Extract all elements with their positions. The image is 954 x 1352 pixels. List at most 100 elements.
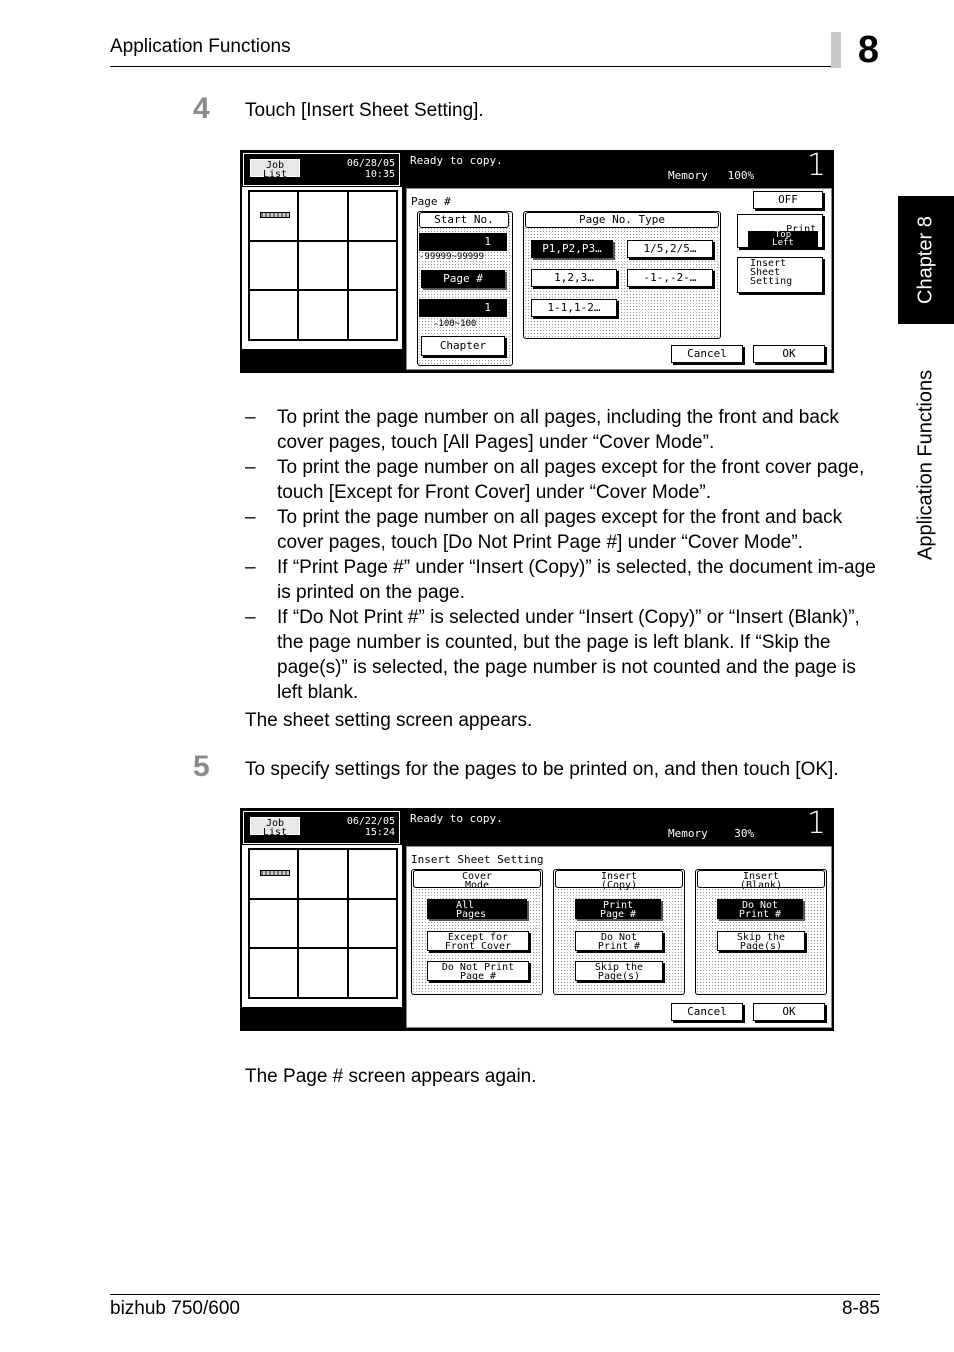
memory-value: 100% <box>727 169 755 182</box>
chapter-number-field[interactable]: 1 <box>419 299 507 317</box>
start-number-label: Start No. <box>419 212 509 228</box>
status-text: Ready to copy. <box>410 154 503 167</box>
page-number-panel: Page # Start No. 1 -99999~99999 Page # 1… <box>406 188 832 370</box>
copy-count: 1 <box>806 806 826 841</box>
ok-button[interactable]: OK <box>753 345 825 363</box>
print-page-button[interactable]: Print Page # <box>575 899 661 920</box>
preview-cell <box>298 898 348 949</box>
type-p1-p2-button[interactable]: P1,P2,P3… <box>531 240 613 258</box>
start-number-range: -99999~99999 <box>419 252 485 262</box>
step-5-text: To specify settings for the pages to be … <box>245 759 839 780</box>
preview-grid <box>248 190 398 341</box>
memory-label: Memory <box>668 827 708 840</box>
print-position-button[interactable]: Print Position Top Left <box>737 214 823 248</box>
preview-cell <box>298 191 348 241</box>
date-text: 06/28/05 <box>346 158 395 169</box>
preview-panel <box>242 187 402 349</box>
job-area: Job List 06/22/05 15:24 <box>243 811 400 844</box>
copy-count: 1 <box>806 148 826 183</box>
status-text: Ready to copy. <box>410 812 503 825</box>
preview-cell <box>249 849 299 899</box>
preview-panel <box>242 845 402 1007</box>
cancel-button[interactable]: Cancel <box>671 1003 743 1021</box>
cover-mode-label: Cover Mode <box>413 870 541 891</box>
preview-cell <box>249 240 299 291</box>
type-dash-button[interactable]: -1-,-2-… <box>627 269 713 287</box>
type-fraction-button[interactable]: 1/5,2/5… <box>627 240 713 258</box>
date-text: 06/22/05 <box>346 816 395 827</box>
bullet-list: To print the page number on all pages, i… <box>245 405 885 705</box>
memory-readout: Memory 100% <box>668 169 754 182</box>
step-4-number: 4 <box>193 92 210 125</box>
sheet-screen-note: The sheet setting screen appears. <box>245 710 533 731</box>
chapter-number: 8 <box>857 29 879 71</box>
do-not-print-button[interactable]: Do Not Print # <box>575 931 663 952</box>
preview-cell <box>347 948 397 998</box>
insert-sheet-setting-button[interactable]: Insert Sheet Setting <box>737 257 823 293</box>
memory-readout: Memory 30% <box>668 827 754 840</box>
list-item: To print the page number on all pages ex… <box>245 455 885 505</box>
cancel-button[interactable]: Cancel <box>671 345 743 363</box>
preview-cell <box>298 849 348 899</box>
preview-cell <box>298 240 348 291</box>
preview-cell <box>298 948 348 998</box>
print-position-value: Top Left <box>748 231 818 248</box>
job-list-button[interactable]: Job List <box>250 817 300 838</box>
running-header: Application Functions <box>110 36 291 57</box>
list-item: If “Do Not Print #” is selected under “I… <box>245 605 885 705</box>
footer-model: bizhub 750/600 <box>110 1298 240 1319</box>
except-front-cover-button[interactable]: Except for Front Cover <box>427 931 529 952</box>
page-screen-again-note: The Page # screen appears again. <box>245 1066 537 1087</box>
preview-cell <box>347 898 397 949</box>
chapter-button[interactable]: Chapter <box>421 336 505 356</box>
footer-rule <box>110 1294 880 1295</box>
date-time: 06/22/05 15:24 <box>347 816 395 838</box>
chapter-number-range: -100~100 <box>433 319 477 329</box>
blank-do-not-print-button[interactable]: Do Not Print # <box>717 899 803 920</box>
chapter-number-box: 8 <box>831 29 881 71</box>
skip-pages-button[interactable]: Skip the Page(s) <box>575 961 663 982</box>
list-item: To print the page number on all pages, i… <box>245 405 885 455</box>
time-text: 15:24 <box>364 827 395 838</box>
screen-status-bar: Job List 06/28/05 10:35 Ready to copy. M… <box>240 148 834 186</box>
footer-page-number: 8-85 <box>841 1298 880 1319</box>
memory-label: Memory <box>668 169 708 182</box>
type-numeric-button[interactable]: 1,2,3… <box>531 269 617 287</box>
memory-value: 30% <box>734 827 755 840</box>
side-tab-chapter: Chapter 8 <box>914 216 937 304</box>
preview-cell <box>347 290 397 340</box>
date-time: 06/28/05 10:35 <box>347 158 395 180</box>
insert-copy-label: Insert (Copy) <box>555 870 683 891</box>
preview-thumbnail-icon <box>260 870 290 876</box>
preview-cell <box>347 849 397 899</box>
off-button[interactable]: OFF <box>753 191 823 209</box>
preview-cell <box>249 290 299 340</box>
step-4-text: Touch [Insert Sheet Setting]. <box>245 100 484 121</box>
do-not-print-page-button[interactable]: Do Not Print Page # <box>427 961 529 982</box>
insert-sheet-title: Insert Sheet Setting <box>411 853 544 866</box>
insert-sheet-panel: Insert Sheet Setting Cover Mode All Page… <box>406 846 832 1028</box>
ok-button[interactable]: OK <box>753 1003 825 1021</box>
time-text: 10:35 <box>364 169 395 180</box>
preview-cell <box>347 240 397 291</box>
preview-cell <box>249 898 299 949</box>
blank-skip-pages-button[interactable]: Skip the Page(s) <box>717 931 805 952</box>
step-5-number: 5 <box>193 750 210 783</box>
page-type-label: Page No. Type <box>525 212 719 228</box>
type-chapter-button[interactable]: 1-1,1-2… <box>531 299 617 317</box>
list-item: To print the page number on all pages ex… <box>245 505 885 555</box>
preview-thumbnail-icon <box>260 212 290 218</box>
insert-blank-label: Insert (Blank) <box>697 870 825 891</box>
screen-status-bar: Job List 06/22/05 15:24 Ready to copy. M… <box>240 806 834 844</box>
job-area: Job List 06/28/05 10:35 <box>243 153 400 186</box>
preview-cell <box>249 948 299 998</box>
start-number-field[interactable]: 1 <box>419 233 507 251</box>
job-list-button[interactable]: Job List <box>250 159 300 180</box>
preview-cell <box>249 191 299 241</box>
all-pages-button[interactable]: All Pages <box>427 899 527 920</box>
page-number-button[interactable]: Page # <box>421 270 505 288</box>
header-rule <box>110 66 880 67</box>
list-item: If “Print Page #” under “Insert (Copy)” … <box>245 555 885 605</box>
insert-sheet-screen: Job List 06/22/05 15:24 Ready to copy. M… <box>240 806 834 1031</box>
page-number-title: Page # <box>411 195 451 208</box>
